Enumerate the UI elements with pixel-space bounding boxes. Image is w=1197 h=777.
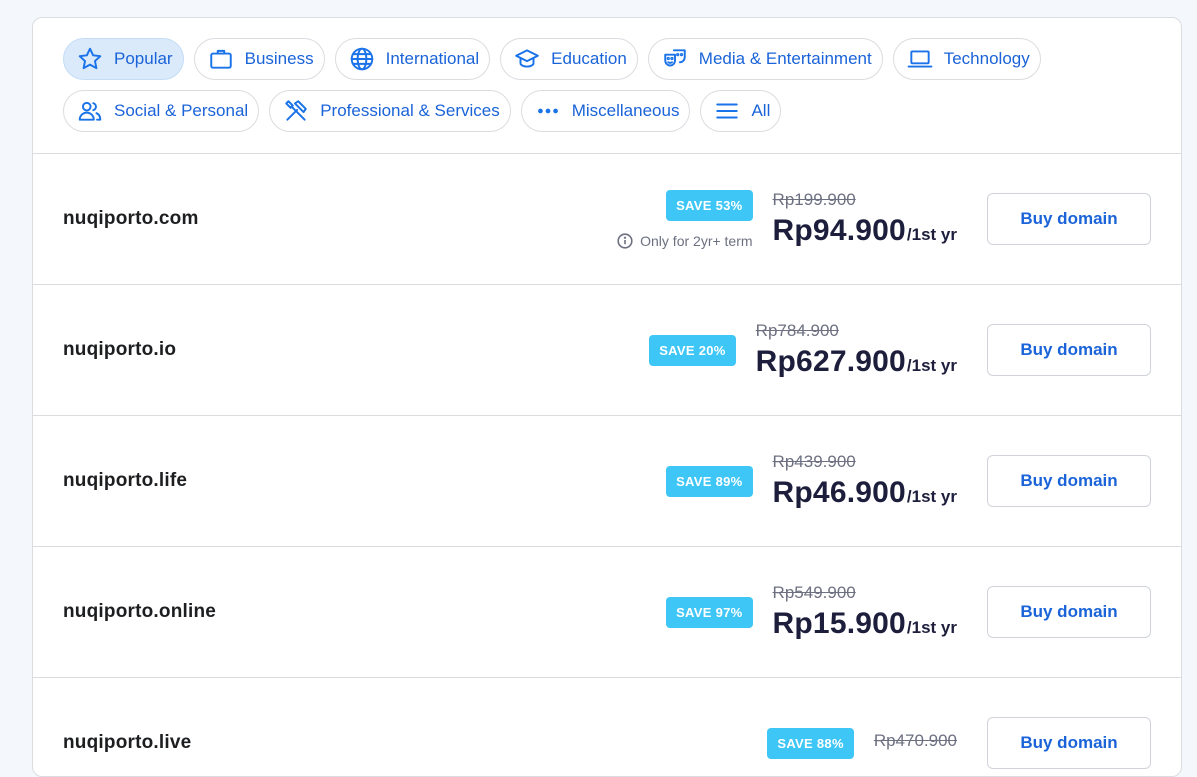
price-block: SAVE 97% Rp549.900 Rp15.900 /1st yr	[666, 547, 957, 677]
price-block: SAVE 53% Only for 2yr+ term Rp199.900 Rp…	[617, 154, 957, 284]
theater-masks-icon	[661, 45, 689, 73]
filter-chip-label: All	[751, 101, 771, 120]
laptop-icon	[906, 45, 934, 73]
filter-chip-label: Social & Personal	[114, 101, 249, 120]
term-note-text: Only for 2yr+ term	[640, 232, 753, 249]
old-price: Rp439.900	[772, 452, 856, 471]
filter-chip-business[interactable]: Business	[193, 38, 325, 80]
new-price: Rp15.900	[772, 607, 906, 640]
buy-domain-button[interactable]: Buy domain	[987, 324, 1151, 376]
domain-row: nuqiporto.com SAVE 53% Only for 2yr+ ter…	[33, 154, 1181, 285]
save-badge: SAVE 53%	[666, 189, 753, 221]
filter-chip-label: Education	[551, 49, 627, 68]
buy-domain-button[interactable]: Buy domain	[987, 717, 1151, 769]
domain-row: nuqiporto.online SAVE 97% Rp549.900 Rp15…	[33, 547, 1181, 678]
filter-chip-label: Business	[244, 49, 314, 68]
domain-name: nuqiporto.io	[63, 339, 177, 360]
domain-name: nuqiporto.live	[63, 732, 192, 753]
price-block: SAVE 89% Rp439.900 Rp46.900 /1st yr	[666, 416, 957, 546]
users-icon	[76, 97, 104, 125]
menu-lines-icon	[713, 97, 741, 125]
save-badge: SAVE 20%	[649, 334, 736, 366]
filter-chip-label: International	[385, 49, 480, 68]
filter-chip-social-personal[interactable]: Social & Personal	[63, 90, 260, 132]
save-badge: SAVE 97%	[666, 596, 753, 628]
price-block: SAVE 88% Rp470.900	[767, 678, 957, 776]
buy-domain-button[interactable]: Buy domain	[987, 586, 1151, 638]
filter-chip-miscellaneous[interactable]: Miscellaneous	[520, 90, 691, 132]
filter-chip-label: Professional & Services	[320, 101, 500, 120]
save-badge: SAVE 89%	[666, 465, 753, 497]
price-period: /1st yr	[906, 618, 957, 637]
domain-row: nuqiporto.io SAVE 20% Rp784.900 Rp627.90…	[33, 285, 1181, 416]
buy-domain-button[interactable]: Buy domain	[987, 455, 1151, 507]
new-price: Rp94.900	[772, 214, 906, 247]
filter-chip-label: Miscellaneous	[571, 101, 680, 120]
more-dots-icon	[534, 97, 562, 125]
domain-row: nuqiporto.life SAVE 89% Rp439.900 Rp46.9…	[33, 416, 1181, 547]
old-price: Rp784.900	[755, 321, 839, 340]
price-period: /1st yr	[906, 487, 957, 506]
save-badge: SAVE 88%	[767, 727, 854, 759]
old-price: Rp199.900	[772, 190, 856, 209]
old-price: Rp549.900	[772, 583, 856, 602]
filter-chip-label: Technology	[943, 49, 1030, 68]
filter-chip-label: Media & Entertainment	[698, 49, 872, 68]
filter-row-1: Popular Business International Education	[63, 38, 1151, 80]
tools-icon	[282, 97, 310, 125]
briefcase-icon	[207, 45, 235, 73]
price-period: /1st yr	[906, 225, 957, 244]
domain-name: nuqiporto.life	[63, 470, 188, 491]
filter-chip-technology[interactable]: Technology	[892, 38, 1041, 80]
old-price: Rp470.900	[873, 731, 957, 750]
term-note: Only for 2yr+ term	[617, 232, 753, 249]
new-price: Rp627.900	[755, 345, 906, 378]
filter-chip-international[interactable]: International	[334, 38, 491, 80]
filter-chip-all[interactable]: All	[700, 90, 782, 132]
domain-name: nuqiporto.com	[63, 208, 199, 229]
globe-icon	[348, 45, 376, 73]
category-filters: Popular Business International Education	[33, 18, 1181, 154]
domain-row: nuqiporto.live SAVE 88% Rp470.900 Buy do…	[33, 678, 1181, 776]
filter-chip-popular[interactable]: Popular	[63, 38, 184, 80]
filter-chip-professional-services[interactable]: Professional & Services	[269, 90, 511, 132]
price-block: SAVE 20% Rp784.900 Rp627.900 /1st yr	[649, 285, 957, 415]
domain-name: nuqiporto.online	[63, 601, 217, 622]
filter-chip-label: Popular	[114, 49, 173, 68]
filter-row-2: Social & Personal Professional & Service…	[63, 90, 1151, 132]
graduation-cap-icon	[513, 45, 541, 73]
filter-chip-media-entertainment[interactable]: Media & Entertainment	[647, 38, 883, 80]
buy-domain-button[interactable]: Buy domain	[987, 193, 1151, 245]
new-price: Rp46.900	[772, 476, 906, 509]
info-icon[interactable]	[617, 232, 633, 249]
price-period: /1st yr	[906, 356, 957, 375]
star-icon	[76, 45, 104, 73]
domain-results-panel: Popular Business International Education	[32, 17, 1182, 777]
filter-chip-education[interactable]: Education	[500, 38, 638, 80]
